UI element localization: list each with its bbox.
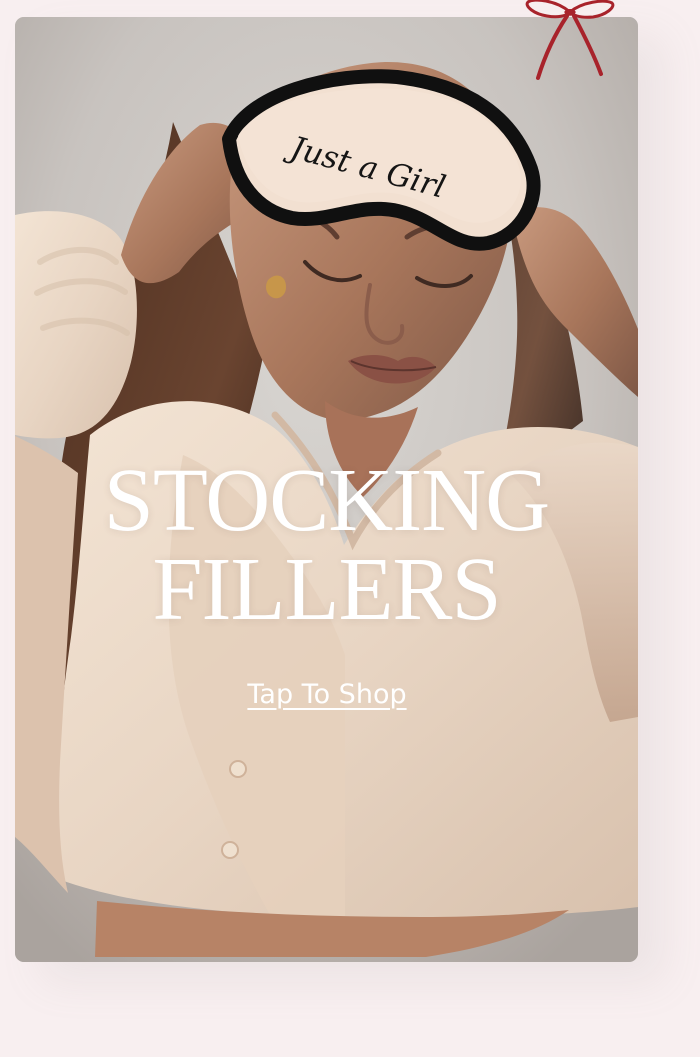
headline-line-2: FILLERS xyxy=(152,540,501,639)
headline-line-1: STOCKING xyxy=(103,451,550,550)
promo-card[interactable]: Just a Girl STOCKING FILLERS Tap To Shop xyxy=(15,17,638,962)
promo-page: Just a Girl STOCKING FILLERS Tap To Shop xyxy=(0,0,700,1057)
tap-to-shop-link[interactable]: Tap To Shop xyxy=(225,675,429,717)
bow-icon xyxy=(525,0,615,80)
